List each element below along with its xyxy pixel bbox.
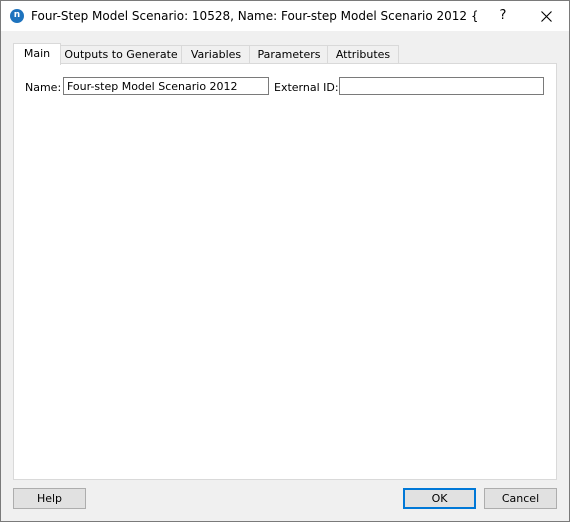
title-bar[interactable]: n Four-Step Model Scenario: 10528, Name:… bbox=[1, 1, 569, 31]
ok-button[interactable]: OK bbox=[403, 488, 476, 509]
close-icon bbox=[540, 11, 552, 22]
help-button[interactable]: Help bbox=[13, 488, 86, 509]
external-id-label: External ID: bbox=[274, 81, 339, 94]
main-tab-panel: Name: External ID: bbox=[13, 63, 557, 480]
tab-variables[interactable]: Variables bbox=[181, 45, 251, 64]
app-icon: n bbox=[10, 9, 24, 23]
tab-parameters[interactable]: Parameters bbox=[249, 45, 329, 64]
name-label: Name: bbox=[25, 81, 62, 94]
tab-attributes[interactable]: Attributes bbox=[327, 45, 399, 64]
tab-outputs-to-generate[interactable]: Outputs to Generate bbox=[59, 45, 183, 64]
close-button[interactable] bbox=[535, 5, 557, 27]
dialog-window: n Four-Step Model Scenario: 10528, Name:… bbox=[0, 0, 570, 522]
cancel-button[interactable]: Cancel bbox=[484, 488, 557, 509]
tab-main[interactable]: Main bbox=[13, 43, 61, 65]
help-titlebar-button[interactable]: ? bbox=[493, 5, 513, 27]
external-id-field[interactable] bbox=[339, 77, 544, 95]
name-field[interactable] bbox=[63, 77, 269, 95]
window-title: Four-Step Model Scenario: 10528, Name: F… bbox=[31, 9, 479, 23]
